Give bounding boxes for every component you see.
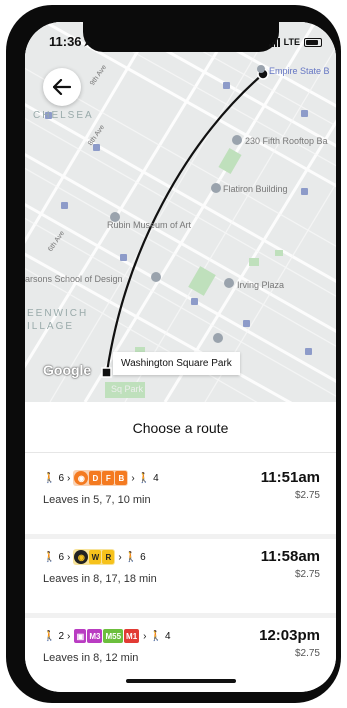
leaves-text: Leaves in 5, 7, 10 min (43, 494, 151, 506)
walk-icon: 🚶 (137, 472, 151, 484)
battery-icon (304, 37, 322, 47)
fare: $2.75 (294, 490, 320, 501)
fare: $2.75 (294, 648, 320, 659)
walk-icon: 🚶 (43, 551, 56, 563)
chevron-right-icon: › (67, 551, 71, 563)
map-label-greenwich-1: EENWICH (27, 308, 89, 319)
route-legs: 🚶 6 › ◉ W R › 🚶 6 (43, 549, 146, 565)
map-label-greenwich-2: ILLAGE (27, 321, 75, 332)
walk-icon: 🚶 (43, 630, 56, 642)
bus-icon: ▣ (74, 629, 87, 643)
network-label: LTE (283, 37, 300, 47)
line-badge: B (115, 471, 128, 485)
subway-lines-group: ◉ W R (73, 549, 116, 565)
chevron-right-icon: › (67, 630, 71, 642)
phone-frame: 11:36 ➤ LTE CHELSEA Empire State B 230 F… (6, 5, 341, 703)
signal-icon (268, 37, 280, 47)
chevron-right-icon: › (67, 472, 71, 484)
map-label-park: Sq Park (111, 384, 144, 394)
home-indicator[interactable] (126, 679, 236, 683)
status-time: 11:36 ➤ (49, 34, 92, 49)
leaves-text: Leaves in 8, 12 min (43, 652, 139, 664)
subway-icon: ◉ (74, 550, 89, 564)
arrow-left-icon (53, 79, 71, 95)
divider (25, 452, 336, 453)
route-sheet: Choose a route 🚶 6 › ◉ D F B › 🚶 4 Leaves in… (25, 402, 336, 692)
route-legs: 🚶 2 › ▣ M3 M55 M1 › 🚶 4 (43, 628, 171, 644)
subway-lines-group: ◉ D F B (73, 470, 129, 486)
sheet-title: Choose a route (132, 420, 229, 436)
line-badge: W (89, 550, 102, 564)
map-label-chelsea: CHELSEA (33, 110, 94, 121)
line-badge: R (102, 550, 115, 564)
line-badge: D (89, 471, 102, 485)
chevron-right-icon: › (118, 551, 122, 563)
chevron-right-icon: › (131, 472, 135, 484)
google-logo: Google (43, 362, 92, 378)
subway-icon: ◉ (74, 471, 89, 485)
map-label-flatiron: Flatiron Building (223, 184, 288, 194)
bus-lines-group: ▣ M3 M55 M1 (73, 628, 140, 644)
walk-icon: 🚶 (149, 630, 162, 642)
route-option-2[interactable]: 🚶 6 › ◉ W R › 🚶 6 Leaves in 8, 17, 18 min 11… (25, 539, 336, 613)
line-badge: F (102, 471, 115, 485)
notch (83, 22, 279, 52)
chevron-right-icon: › (143, 630, 147, 642)
arrival-time: 12:03pm (259, 627, 320, 644)
arrival-time: 11:58am (260, 548, 320, 565)
map-label-empire: Empire State B (269, 66, 330, 76)
walk-icon: 🚶 (43, 472, 56, 484)
map-label-fifth-rooftop: 230 Fifth Rooftop Ba (245, 136, 328, 146)
destination-callout[interactable]: Washington Square Park (113, 352, 240, 375)
line-badge: M55 (103, 629, 124, 643)
location-arrow-icon: ➤ (83, 38, 92, 49)
screen: 11:36 ➤ LTE CHELSEA Empire State B 230 F… (25, 22, 336, 692)
line-badge: M3 (87, 629, 103, 643)
route-option-1[interactable]: 🚶 6 › ◉ D F B › 🚶 4 Leaves in 5, 7, 10 min 1… (25, 460, 336, 534)
status-indicators: LTE (268, 34, 322, 50)
fare: $2.75 (294, 569, 320, 580)
walk-icon: 🚶 (124, 551, 138, 563)
map-label-parsons: arsons School of Design (25, 274, 123, 284)
route-legs: 🚶 6 › ◉ D F B › 🚶 4 (43, 470, 159, 486)
back-button[interactable] (43, 68, 81, 106)
map-label-rubin: Rubin Museum of Art (107, 220, 192, 230)
arrival-time: 11:51am (260, 469, 320, 486)
line-badge: M1 (124, 629, 140, 643)
map-label-irving: Irving Plaza (237, 280, 285, 290)
leaves-text: Leaves in 8, 17, 18 min (43, 573, 157, 585)
